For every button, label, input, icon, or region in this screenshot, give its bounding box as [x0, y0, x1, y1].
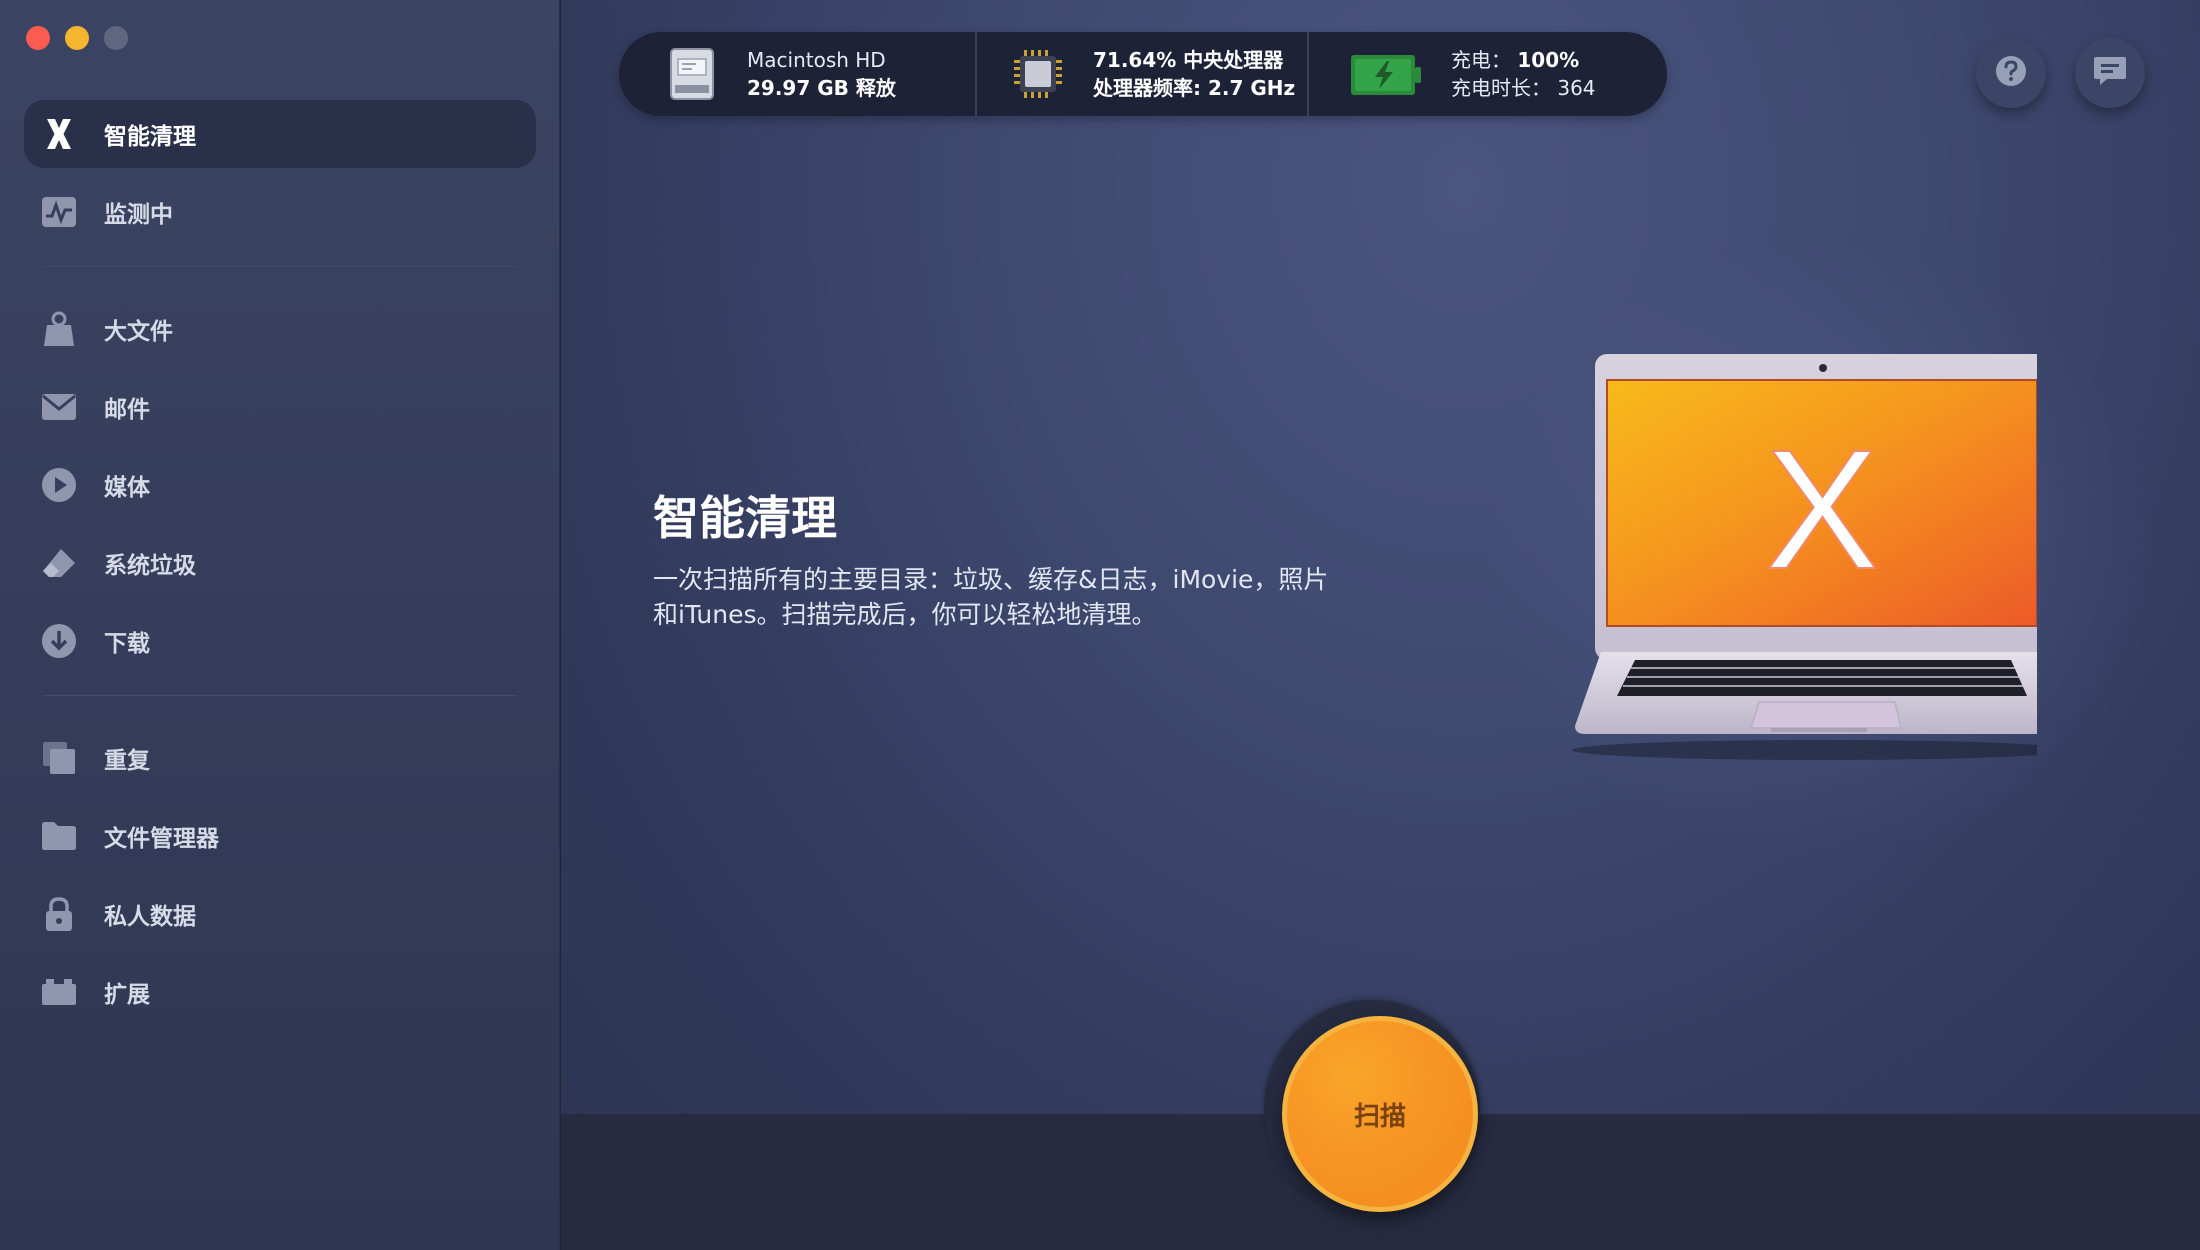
sidebar-item-file-manager[interactable]: 文件管理器	[24, 802, 536, 870]
sidebar-item-label: 媒体	[104, 475, 150, 501]
disk-status[interactable]: Macintosh HD 29.97 GB 释放	[619, 32, 975, 116]
sidebar-item-label: 私人数据	[104, 904, 196, 930]
sidebar-item-extensions[interactable]: 扩展	[24, 958, 536, 1026]
help-button[interactable]	[1976, 38, 2046, 108]
disk-free-space: 29.97 GB 释放	[747, 76, 896, 100]
page-description: 一次扫描所有的主要目录：垃圾、缓存&日志，iMovie，照片和iTunes。扫描…	[653, 565, 1329, 629]
battery-charging-icon	[1349, 47, 1423, 101]
sidebar-item-label: 下载	[104, 631, 150, 657]
window-controls	[26, 26, 128, 50]
sidebar-item-smart-clean[interactable]: 智能清理	[24, 100, 536, 168]
battery-status[interactable]: 充电： 100% 充电时长： 364	[1307, 32, 1663, 116]
cycle-value: 364	[1557, 76, 1596, 100]
scan-button[interactable]: 扫描	[1282, 1016, 1478, 1212]
download-icon	[40, 622, 78, 660]
sidebar-item-privacy[interactable]: 私人数据	[24, 880, 536, 948]
monitor-icon	[40, 193, 78, 231]
sidebar: 智能清理 监测中 大文件 邮件 媒体 系统垃圾 下载 重复 文件管理器 私人数据…	[0, 0, 560, 1250]
laptop-screen-logo: X	[1765, 415, 1878, 605]
sidebar-divider	[42, 266, 518, 267]
sidebar-item-label: 文件管理器	[104, 826, 219, 852]
feedback-button[interactable]	[2075, 38, 2145, 108]
cpu-load: 71.64% 中央处理器	[1093, 48, 1284, 72]
system-status-bar: Macintosh HD 29.97 GB 释放 71.64% 中央处理器 处理…	[619, 32, 1667, 116]
close-window-button[interactable]	[26, 26, 50, 50]
sidebar-item-mail[interactable]: 邮件	[24, 373, 536, 441]
sidebar-item-system-junk[interactable]: 系统垃圾	[24, 529, 536, 597]
charge-value: 100%	[1517, 48, 1580, 72]
sidebar-item-label: 智能清理	[104, 124, 196, 150]
cpu-chip-icon	[1011, 47, 1065, 101]
cycle-label: 充电时长：	[1451, 76, 1551, 100]
sidebar-item-monitor[interactable]: 监测中	[24, 178, 536, 246]
sidebar-item-downloads[interactable]: 下载	[24, 607, 536, 675]
sidebar-item-duplicates[interactable]: 重复	[24, 724, 536, 792]
weight-icon	[40, 310, 78, 348]
mail-icon	[40, 388, 78, 426]
zoom-window-button[interactable]	[104, 26, 128, 50]
sidebar-item-media[interactable]: 媒体	[24, 451, 536, 519]
eraser-icon	[40, 544, 78, 582]
sidebar-item-label: 监测中	[104, 202, 173, 228]
cpu-frequency: 处理器频率: 2.7 GHz	[1093, 76, 1296, 100]
play-icon	[40, 466, 78, 504]
folder-icon	[40, 817, 78, 855]
sidebar-item-large-files[interactable]: 大文件	[24, 295, 536, 363]
laptop-illustration: X	[1497, 352, 2072, 786]
chat-bubble-icon	[2093, 55, 2127, 91]
sidebar-item-label: 重复	[104, 748, 150, 774]
charge-label: 充电：	[1451, 48, 1511, 72]
minimize-window-button[interactable]	[65, 26, 89, 50]
disk-name: Macintosh HD	[747, 48, 886, 72]
extension-icon	[40, 973, 78, 1011]
page-title: 智能清理	[653, 491, 837, 545]
hard-drive-icon	[665, 47, 719, 101]
sidebar-item-label: 系统垃圾	[104, 553, 196, 579]
question-mark-icon	[1994, 54, 2028, 92]
duplicate-icon	[40, 739, 78, 777]
main-panel: Macintosh HD 29.97 GB 释放 71.64% 中央处理器 处理…	[561, 0, 2200, 1250]
sidebar-nav: 智能清理 监测中 大文件 邮件 媒体 系统垃圾 下载 重复 文件管理器 私人数据…	[24, 100, 536, 1036]
sidebar-item-label: 扩展	[104, 982, 150, 1008]
sidebar-divider	[42, 695, 518, 696]
lock-icon	[40, 895, 78, 933]
x-logo-icon	[40, 115, 78, 153]
sidebar-item-label: 邮件	[104, 397, 150, 423]
sidebar-item-label: 大文件	[104, 319, 173, 345]
cpu-status[interactable]: 71.64% 中央处理器 处理器频率: 2.7 GHz	[975, 32, 1307, 116]
